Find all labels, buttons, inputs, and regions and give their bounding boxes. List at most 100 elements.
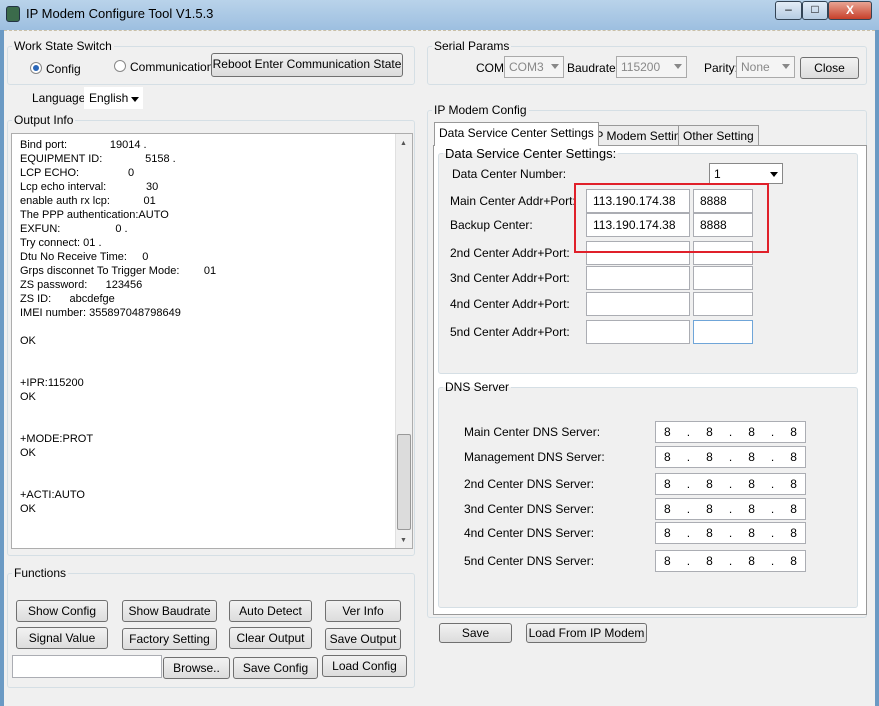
dns-label: 3nd Center DNS Server: xyxy=(464,502,595,516)
ip-dot: . xyxy=(770,450,775,464)
parity-select[interactable]: None xyxy=(736,56,795,78)
center-port-input[interactable] xyxy=(693,292,753,316)
reboot-communication-button[interactable]: Reboot Enter Communication State xyxy=(211,53,403,77)
save-button[interactable]: Save xyxy=(439,623,512,643)
language-label: Language xyxy=(32,91,86,105)
language-select[interactable]: English xyxy=(84,87,143,109)
config-path-input[interactable] xyxy=(12,655,162,678)
dns-ip-input[interactable]: 8. 8. 8. 8 xyxy=(655,421,806,443)
output-line: IMEI number: 355897048798649 xyxy=(20,307,181,319)
language-value: English xyxy=(89,91,129,105)
center-ip-input[interactable] xyxy=(586,320,690,344)
output-legend: Output Info xyxy=(14,113,74,127)
work-state-legend: Work State Switch xyxy=(14,39,112,53)
title-bar: IP Modem Configure Tool V1.5.3 – □ X xyxy=(0,0,879,30)
clear-output-button[interactable]: Clear Output xyxy=(229,627,312,649)
scroll-up-icon[interactable]: ▲ xyxy=(400,140,407,147)
ip-dot: . xyxy=(728,450,733,464)
dns-label: Management DNS Server: xyxy=(464,450,605,464)
tab-other-setting[interactable]: Other Setting xyxy=(678,125,759,145)
ip-octet: 8 xyxy=(748,502,755,516)
output-line: +MODE:PROT xyxy=(20,433,94,445)
dns-ip-input[interactable]: 8. 8. 8. 8 xyxy=(655,498,806,520)
ip-octet: 8 xyxy=(664,526,671,540)
output-line: Grps disconnet To Trigger Mode: 01 xyxy=(20,265,217,277)
ip-octet: 8 xyxy=(790,477,797,491)
ip-octet: 8 xyxy=(664,425,671,439)
dns-ip-input[interactable]: 8. 8. 8. 8 xyxy=(655,550,806,572)
close-port-button[interactable]: Close xyxy=(800,57,859,79)
output-textarea[interactable]: Bind port: 19014 . EQUIPMENT ID: 5158 . LC… xyxy=(11,133,413,549)
com-select[interactable]: COM3 xyxy=(504,56,564,78)
ip-dot: . xyxy=(686,502,691,516)
data-center-number-value: 1 xyxy=(714,167,721,181)
ip-octet: 8 xyxy=(664,554,671,568)
ip-dot: . xyxy=(770,502,775,516)
center-label: 2nd Center Addr+Port: xyxy=(450,246,570,260)
chevron-down-icon xyxy=(770,172,778,177)
ip-dot: . xyxy=(770,554,775,568)
ip-octet: 8 xyxy=(706,450,713,464)
save-config-button[interactable]: Save Config xyxy=(233,657,318,679)
app-icon xyxy=(6,6,20,22)
ver-info-button[interactable]: Ver Info xyxy=(325,600,401,622)
load-config-button[interactable]: Load Config xyxy=(322,655,407,677)
functions-legend: Functions xyxy=(14,566,67,580)
dns-label: 5nd Center DNS Server: xyxy=(464,554,595,568)
baudrate-value: 115200 xyxy=(621,60,661,74)
data-center-number-select[interactable]: 1 xyxy=(709,163,783,184)
ip-dot: . xyxy=(728,425,733,439)
parity-value: None xyxy=(741,60,770,74)
ip-octet: 8 xyxy=(790,425,797,439)
ip-octet: 8 xyxy=(790,526,797,540)
ip-octet: 8 xyxy=(706,502,713,516)
tab-ip-modem-setting[interactable]: IP Modem Setting xyxy=(587,125,693,145)
dns-ip-input[interactable]: 8. 8. 8. 8 xyxy=(655,522,806,544)
center-ip-input[interactable] xyxy=(586,266,690,290)
output-line: enable auth rx lcp: 01 xyxy=(20,195,156,207)
communication-radio[interactable] xyxy=(114,60,126,72)
load-from-modem-button[interactable]: Load From IP Modem xyxy=(526,623,647,643)
ip-dot: . xyxy=(686,526,691,540)
baudrate-select[interactable]: 115200 xyxy=(616,56,687,78)
signal-value-button[interactable]: Signal Value xyxy=(16,627,108,649)
data-center-number-label: Data Center Number: xyxy=(452,167,567,181)
highlight-box xyxy=(574,183,769,253)
dns-ip-input[interactable]: 8. 8. 8. 8 xyxy=(655,473,806,495)
save-output-button[interactable]: Save Output xyxy=(325,628,401,650)
output-text: Bind port: 19014 . EQUIPMENT ID: 5158 . LC… xyxy=(20,138,216,516)
baudrate-label: Baudrate: xyxy=(567,61,620,75)
browse-button[interactable]: Browse.. xyxy=(163,657,230,679)
ip-octet: 8 xyxy=(748,554,755,568)
dns-ip-input[interactable]: 8. 8. 8. 8 xyxy=(655,446,806,468)
ip-octet: 8 xyxy=(706,477,713,491)
output-scrollbar[interactable]: ▲ ▼ xyxy=(395,134,412,548)
ip-octet: 8 xyxy=(748,526,755,540)
show-baudrate-button[interactable]: Show Baudrate xyxy=(122,600,217,622)
ip-octet: 8 xyxy=(748,425,755,439)
minimize-button[interactable]: – xyxy=(775,1,802,20)
output-line: OK xyxy=(20,335,36,347)
show-config-button[interactable]: Show Config xyxy=(16,600,108,622)
output-line: Try connect: 01 . xyxy=(20,237,102,249)
tab-data-service-center[interactable]: Data Service Center Settings xyxy=(434,122,599,146)
auto-detect-button[interactable]: Auto Detect xyxy=(229,600,312,622)
ip-octet: 8 xyxy=(790,554,797,568)
scroll-down-icon[interactable]: ▼ xyxy=(400,537,407,544)
scroll-thumb[interactable] xyxy=(397,434,411,530)
ip-octet: 8 xyxy=(664,502,671,516)
center-label: 4nd Center Addr+Port: xyxy=(450,297,570,311)
center-port-input[interactable] xyxy=(693,320,753,344)
maximize-button[interactable]: □ xyxy=(802,1,828,20)
center-port-input[interactable] xyxy=(693,266,753,290)
center-label: 3nd Center Addr+Port: xyxy=(450,271,570,285)
center-ip-input[interactable] xyxy=(586,292,690,316)
serial-params-legend: Serial Params xyxy=(434,39,510,53)
ip-octet: 8 xyxy=(748,450,755,464)
factory-setting-button[interactable]: Factory Setting xyxy=(122,628,217,650)
config-radio[interactable] xyxy=(30,62,42,74)
close-window-button[interactable]: X xyxy=(828,1,872,20)
